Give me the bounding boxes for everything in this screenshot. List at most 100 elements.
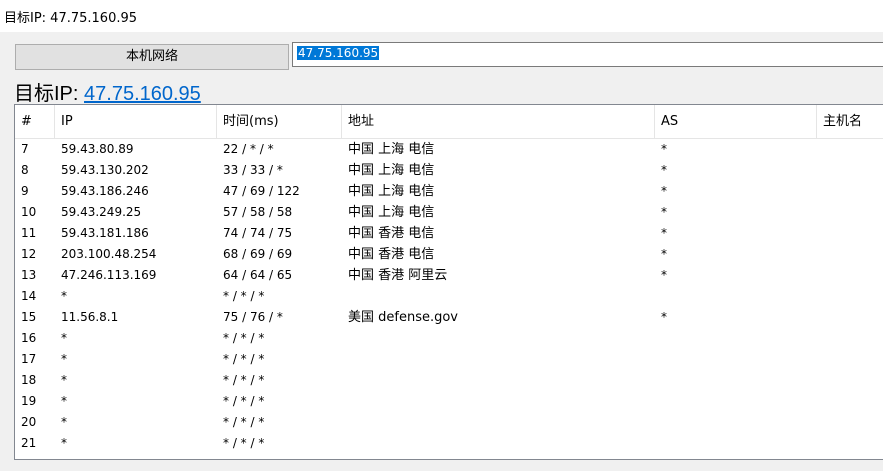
- table-row[interactable]: 13 47.246.113.169 64 / 64 / 65 中国 香港 阿里云 *: [15, 265, 883, 286]
- hop-time: * / * / *: [223, 415, 265, 429]
- table-row[interactable]: 7 59.43.80.89 22 / * / * 中国 上海 电信 *: [15, 139, 883, 160]
- target-ip-input[interactable]: 47.75.160.95: [292, 42, 883, 67]
- target-ip-link[interactable]: 47.75.160.95: [84, 83, 201, 105]
- hop-time: * / * / *: [223, 331, 265, 345]
- table-row[interactable]: 11 59.43.181.186 74 / 74 / 75 中国 香港 电信 *: [15, 223, 883, 244]
- hop-as: *: [661, 142, 667, 156]
- hop-hostname: [817, 370, 883, 391]
- hop-ip: 59.43.181.186: [61, 226, 149, 240]
- hop-number: 15: [21, 310, 37, 324]
- table-row[interactable]: 9 59.43.186.246 47 / 69 / 122 中国 上海 电信 *: [15, 181, 883, 202]
- hop-number: 10: [21, 205, 37, 219]
- hop-time: 22 / * / *: [223, 142, 274, 156]
- hop-as: *: [661, 268, 667, 282]
- hop-ip: 11.56.8.1: [61, 310, 119, 324]
- hop-address: 中国 香港 电信: [348, 247, 435, 262]
- hop-ip: 47.246.113.169: [61, 268, 157, 282]
- hop-number: 12: [21, 247, 37, 261]
- table-row[interactable]: 18 * * / * / *: [15, 370, 883, 391]
- table-row[interactable]: 10 59.43.249.25 57 / 58 / 58 中国 上海 电信 *: [15, 202, 883, 223]
- hop-number: 14: [21, 289, 37, 303]
- hop-time: 75 / 76 / *: [223, 310, 283, 324]
- hop-as: [655, 349, 817, 370]
- hop-as: [655, 370, 817, 391]
- hop-time: 33 / 33 / *: [223, 163, 283, 177]
- local-network-button[interactable]: 本机网络: [15, 44, 289, 70]
- ip-input-value: 47.75.160.95: [297, 46, 380, 60]
- hop-number: 9: [21, 184, 29, 198]
- hop-address: 中国 上海 电信: [348, 142, 435, 157]
- hop-ip: *: [61, 394, 67, 408]
- hop-address: [342, 433, 656, 454]
- hop-time: * / * / *: [223, 394, 265, 408]
- hop-hostname: [817, 433, 883, 454]
- hop-as: [655, 328, 817, 349]
- hop-ip: 59.43.130.202: [61, 163, 149, 177]
- table-header: # IP 时间(ms) 地址 AS 主机名: [15, 105, 883, 139]
- hop-time: 47 / 69 / 122: [223, 184, 300, 198]
- table-row[interactable]: 19 * * / * / *: [15, 391, 883, 412]
- hop-address: 美国 defense.gov: [348, 310, 458, 325]
- column-header-time[interactable]: 时间(ms): [217, 105, 342, 138]
- table-row[interactable]: 17 * * / * / *: [15, 349, 883, 370]
- hop-hostname: [817, 223, 883, 244]
- hop-number: 13: [21, 268, 37, 282]
- hop-ip: *: [61, 289, 67, 303]
- hop-hostname: [817, 307, 883, 328]
- hop-ip: 59.43.249.25: [61, 205, 142, 219]
- hop-hostname: [817, 391, 883, 412]
- hop-ip: *: [61, 415, 67, 429]
- hop-address: 中国 上海 电信: [348, 205, 435, 220]
- hop-as: *: [661, 184, 667, 198]
- hop-as: [655, 286, 817, 307]
- table-row[interactable]: 16 * * / * / *: [15, 328, 883, 349]
- hop-address: 中国 香港 阿里云: [348, 268, 448, 283]
- hop-address: 中国 香港 电信: [348, 226, 435, 241]
- hop-ip: 59.43.80.89: [61, 142, 134, 156]
- hop-number: 16: [21, 331, 37, 345]
- hop-number: 18: [21, 373, 37, 387]
- target-ip-label: 目标IP:: [14, 83, 85, 105]
- hop-hostname: [817, 286, 883, 307]
- column-header-as[interactable]: AS: [655, 105, 817, 138]
- column-header-num[interactable]: #: [15, 105, 55, 138]
- hop-number: 19: [21, 394, 37, 408]
- column-header-address[interactable]: 地址: [342, 105, 655, 138]
- table-row[interactable]: 8 59.43.130.202 33 / 33 / * 中国 上海 电信 *: [15, 160, 883, 181]
- hop-time: 64 / 64 / 65: [223, 268, 293, 282]
- hop-address: 中国 上海 电信: [348, 163, 435, 178]
- hop-time: 57 / 58 / 58: [223, 205, 293, 219]
- hop-ip: 203.100.48.254: [61, 247, 157, 261]
- hop-address: [342, 349, 656, 370]
- hop-hostname: [817, 328, 883, 349]
- hop-number: 21: [21, 436, 37, 450]
- table-body: 7 59.43.80.89 22 / * / * 中国 上海 电信 * 8 59.43.13…: [15, 139, 883, 454]
- bottom-strip: [0, 460, 883, 471]
- hop-as: [655, 433, 817, 454]
- table-row[interactable]: 21 * * / * / *: [15, 433, 883, 454]
- hop-as: *: [661, 310, 667, 324]
- hop-ip: 59.43.186.246: [61, 184, 149, 198]
- table-row[interactable]: 15 11.56.8.1 75 / 76 / * 美国 defense.gov *: [15, 307, 883, 328]
- hop-hostname: [817, 181, 883, 202]
- hop-time: 74 / 74 / 75: [223, 226, 293, 240]
- hop-hostname: [817, 244, 883, 265]
- hop-hostname: [817, 139, 883, 160]
- hop-number: 8: [21, 163, 29, 177]
- table-row[interactable]: 20 * * / * / *: [15, 412, 883, 433]
- target-ip-line: 目标IP: 47.75.160.95: [14, 77, 201, 106]
- hop-as: *: [661, 226, 667, 240]
- hop-hostname: [817, 412, 883, 433]
- table-row[interactable]: 14 * * / * / *: [15, 286, 883, 307]
- hop-ip: *: [61, 373, 67, 387]
- hop-hostname: [817, 265, 883, 286]
- hop-address: [342, 328, 656, 349]
- hop-ip: *: [61, 436, 67, 450]
- hop-as: *: [661, 205, 667, 219]
- table-row[interactable]: 12 203.100.48.254 68 / 69 / 69 中国 香港 电信 *: [15, 244, 883, 265]
- hop-time: 68 / 69 / 69: [223, 247, 293, 261]
- column-header-hostname[interactable]: 主机名: [817, 105, 883, 138]
- title-bar: 目标IP: 47.75.160.95: [0, 0, 883, 32]
- column-header-ip[interactable]: IP: [55, 105, 217, 138]
- traceroute-table[interactable]: # IP 时间(ms) 地址 AS 主机名 7 59.43.80.89 22 / *…: [14, 104, 883, 460]
